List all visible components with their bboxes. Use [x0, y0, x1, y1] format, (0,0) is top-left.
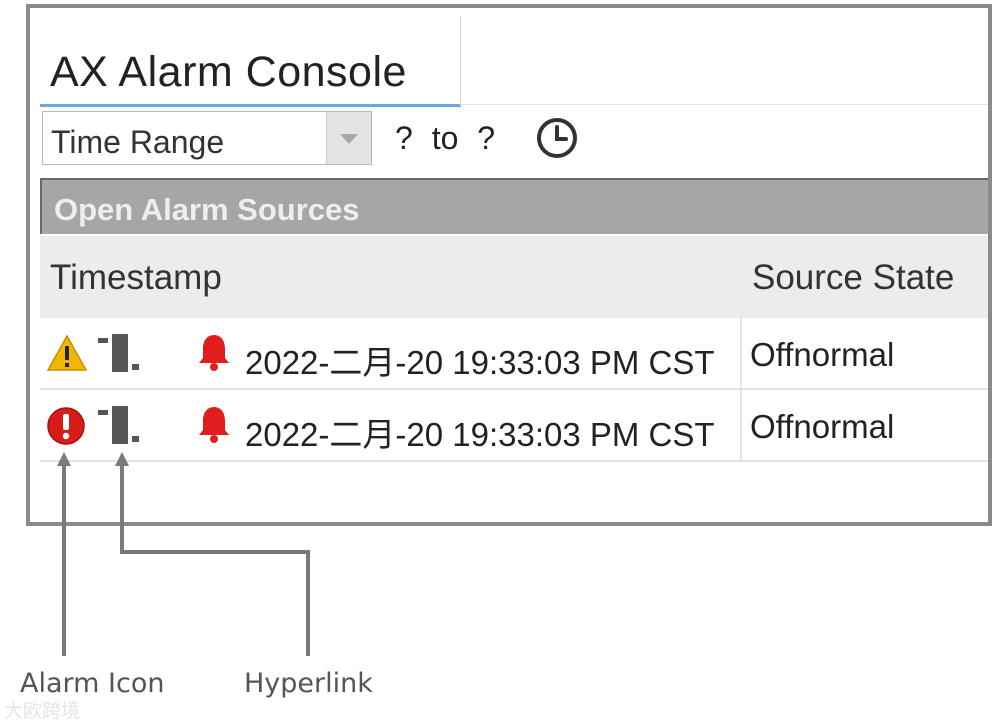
hyperlink-arrowhead: [115, 452, 129, 466]
hyperlink-callout-line: [120, 462, 310, 656]
legend-hyperlink: Hyperlink: [244, 668, 373, 699]
alarm-icon-arrowhead: [57, 452, 71, 466]
legend-alarm-icon: Alarm Icon: [20, 668, 165, 699]
watermark: 大欧跨境: [4, 701, 81, 722]
callout-lines: [57, 452, 310, 656]
